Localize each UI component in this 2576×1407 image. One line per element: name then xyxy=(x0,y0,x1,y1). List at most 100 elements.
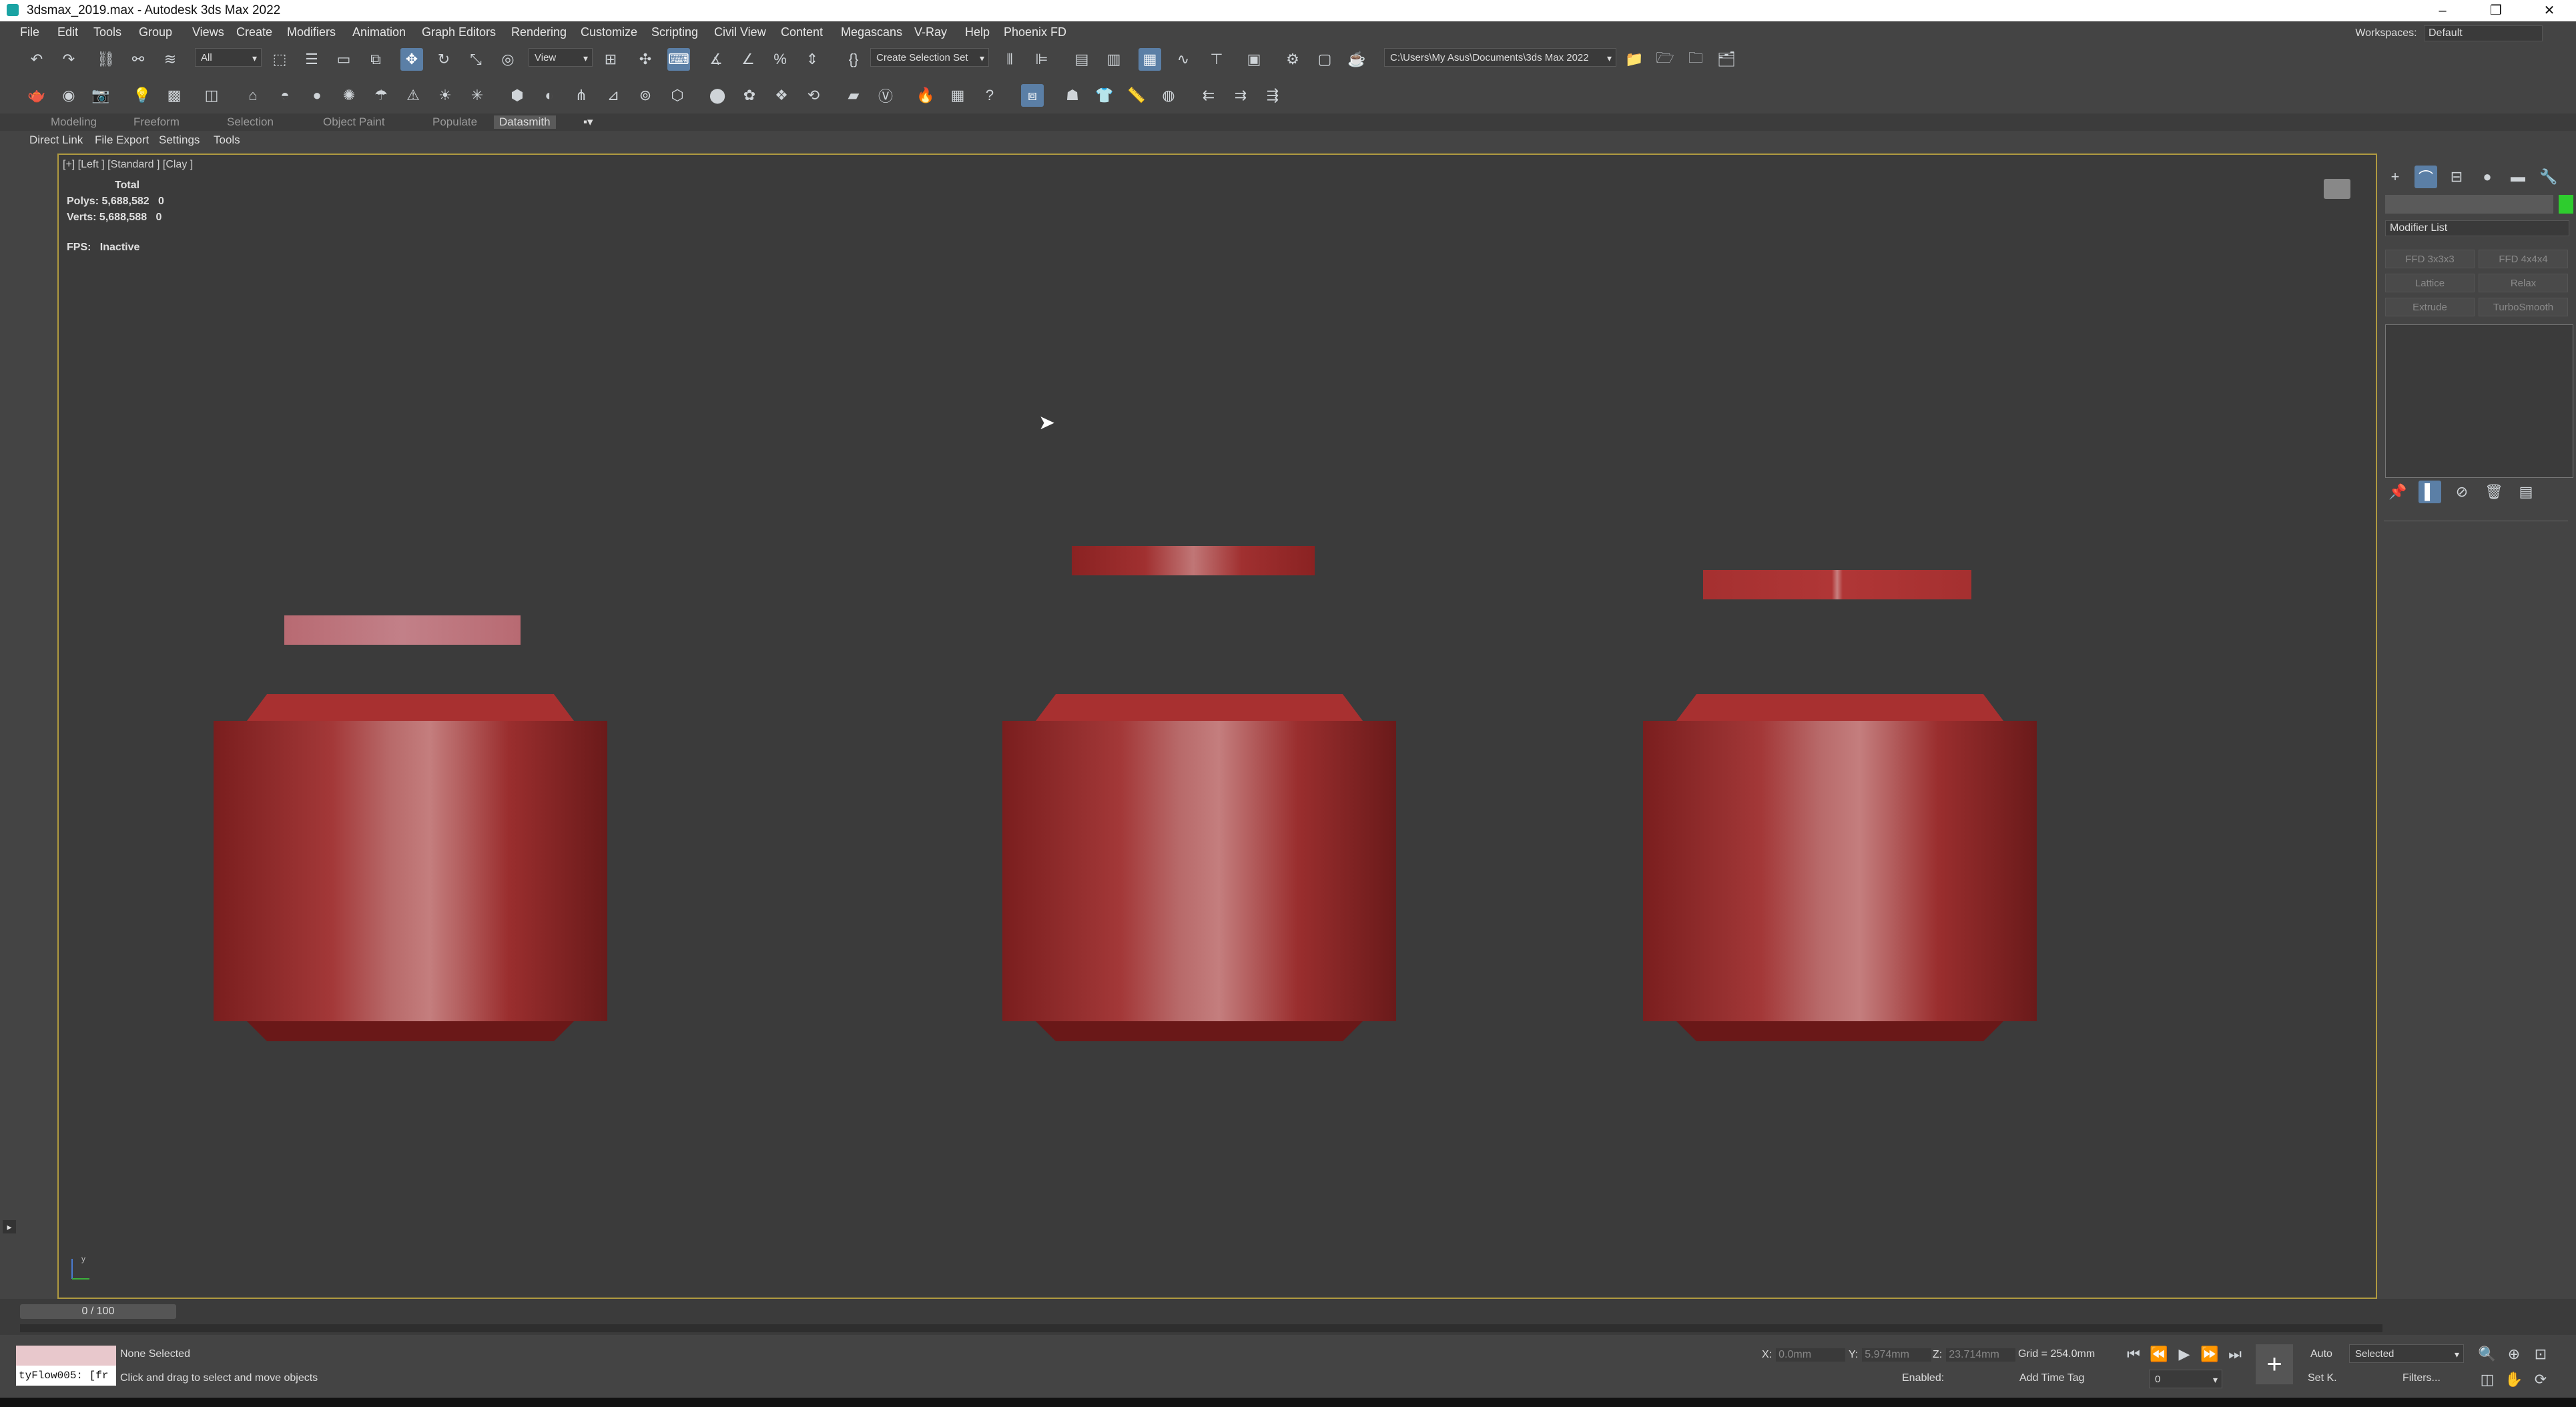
goto-end-icon[interactable]: ⏭ xyxy=(2224,1343,2246,1366)
tyflow-icon[interactable]: ⧈ xyxy=(1021,84,1044,107)
tab-modeling[interactable]: Modeling xyxy=(51,115,97,129)
menu-vray[interactable]: V-Ray xyxy=(914,25,947,39)
zoom-all-icon[interactable]: ⊕ xyxy=(2503,1343,2525,1366)
make-unique-icon[interactable]: ⊘ xyxy=(2451,481,2473,503)
menu-modifiers[interactable]: Modifiers xyxy=(287,25,336,39)
scene-converter-icon[interactable]: ⟲ xyxy=(802,84,825,107)
select-by-name-icon[interactable]: ☰ xyxy=(300,48,323,71)
named-selection-dropdown[interactable]: Create Selection Set xyxy=(870,48,989,67)
menu-file[interactable]: File xyxy=(20,25,39,39)
add-time-tag[interactable]: Add Time Tag xyxy=(2019,1372,2085,1384)
field-of-view-icon[interactable]: ◫ xyxy=(2476,1368,2499,1391)
gpu-icon[interactable]: ▩ xyxy=(163,84,186,107)
camera-icon[interactable]: 📷 xyxy=(89,84,112,107)
color-palette-icon[interactable]: ✿ xyxy=(738,84,761,107)
display-tab-icon[interactable]: ▬ xyxy=(2507,166,2529,188)
select-manipulate-icon[interactable]: ✣ xyxy=(634,48,657,71)
tab-datasmith[interactable]: Datasmith xyxy=(494,115,556,129)
proxy-icon[interactable]: ⬢ xyxy=(506,84,529,107)
menu-group[interactable]: Group xyxy=(139,25,172,39)
sphere-light-icon[interactable]: ● xyxy=(306,84,328,107)
window-crossing-icon[interactable]: ⧉ xyxy=(364,48,387,71)
lid-object-3[interactable] xyxy=(1703,570,1971,599)
light-lister-icon[interactable]: 💡 xyxy=(131,84,153,107)
vray-material-icon[interactable]: ◫ xyxy=(200,84,223,107)
mirror-icon[interactable]: ⫴ xyxy=(998,48,1021,71)
jar-object-2[interactable] xyxy=(1002,694,1396,1041)
set-key-icon[interactable]: + xyxy=(2256,1344,2293,1384)
toggle-ribbon-icon[interactable]: ▦ xyxy=(1139,48,1161,71)
ruler-icon[interactable]: 📏 xyxy=(1125,84,1148,107)
key-filters-button[interactable]: Filters... xyxy=(2402,1372,2441,1384)
viewport-label[interactable]: [+] [Left ] [Standard ] [Clay ] xyxy=(63,159,193,171)
hierarchy-tab-icon[interactable]: ⊟ xyxy=(2445,166,2468,188)
turbosmooth-button[interactable]: TurboSmooth xyxy=(2479,298,2568,316)
menu-animation[interactable]: Animation xyxy=(352,25,406,39)
selection-filter-dropdown[interactable]: All xyxy=(195,48,262,67)
tab-freeform[interactable]: Freeform xyxy=(133,115,180,129)
sky-icon[interactable]: ✳ xyxy=(466,84,489,107)
menu-tools[interactable]: Tools xyxy=(93,25,121,39)
minimize-button[interactable]: – xyxy=(2416,0,2469,21)
jar-object-1[interactable] xyxy=(214,694,607,1041)
save-folder-icon[interactable]: 🗀 xyxy=(1684,48,1707,71)
phoenix-grid-icon[interactable]: ▦ xyxy=(946,84,969,107)
displacement-icon[interactable]: ⊚ xyxy=(634,84,657,107)
vray-plane-icon[interactable]: ⊿ xyxy=(602,84,625,107)
link-icon[interactable]: ⛓ xyxy=(95,48,117,71)
shirt-icon[interactable]: 👕 xyxy=(1093,84,1116,107)
create-tab-icon[interactable]: + xyxy=(2384,166,2406,188)
undo-icon[interactable]: ↶ xyxy=(25,48,48,71)
menu-help[interactable]: Help xyxy=(965,25,990,39)
edit-named-selection-icon[interactable]: {} xyxy=(842,48,865,71)
reference-coordinate-dropdown[interactable]: View xyxy=(529,48,593,67)
cloth-icon[interactable]: ☗ xyxy=(1061,84,1084,107)
key-filter-dropdown[interactable]: Selected xyxy=(2349,1344,2464,1364)
render-production-icon[interactable]: ☕ xyxy=(1345,48,1368,71)
pivot-center-icon[interactable]: ⊞ xyxy=(599,48,622,71)
dome-light-icon[interactable]: ◓ xyxy=(274,84,296,107)
select-and-rotate-icon[interactable]: ↻ xyxy=(432,48,455,71)
z-field[interactable]: 23.714mm xyxy=(1946,1348,2016,1362)
spot-light-icon[interactable]: ☂ xyxy=(370,84,392,107)
layer-link-icon[interactable]: ⇶ xyxy=(1261,84,1284,107)
modifier-list-dropdown[interactable]: Modifier List xyxy=(2385,220,2569,236)
ribbon-options-icon[interactable]: ▪▾ xyxy=(583,115,593,129)
vray-light-icon[interactable]: ⌂ xyxy=(242,84,264,107)
lid-object-2[interactable] xyxy=(1072,546,1315,575)
zoom-icon[interactable]: 🔍 xyxy=(2476,1343,2499,1366)
align-icon[interactable]: ⊫ xyxy=(1030,48,1053,71)
redo-icon[interactable]: ↷ xyxy=(57,48,80,71)
render-setup-icon[interactable]: ⚙ xyxy=(1281,48,1304,71)
modifier-stack[interactable] xyxy=(2385,324,2573,478)
close-button[interactable]: ✕ xyxy=(2523,0,2576,21)
play-icon[interactable]: ▶ xyxy=(2173,1343,2196,1366)
tab-selection[interactable]: Selection xyxy=(227,115,274,129)
relax-button[interactable]: Relax xyxy=(2479,274,2568,292)
modify-tab-icon[interactable]: ⌒ xyxy=(2414,166,2437,188)
toggle-layer-explorer-icon[interactable]: ▥ xyxy=(1102,48,1125,71)
lid-object-1[interactable] xyxy=(284,615,521,645)
vray-toolbar-icon[interactable]: ▰ xyxy=(842,84,865,107)
menu-graph-editors[interactable]: Graph Editors xyxy=(422,25,496,39)
maxscript-input[interactable]: tyFlow005: [fr xyxy=(16,1366,116,1386)
ambient-light-icon[interactable]: ⚠ xyxy=(402,84,424,107)
phoenix-help-icon[interactable]: ? xyxy=(978,84,1001,107)
angle-snap-icon[interactable]: ∠ xyxy=(737,48,759,71)
globe-icon[interactable]: ◍ xyxy=(1157,84,1180,107)
jar-object-3[interactable] xyxy=(1643,694,2037,1041)
menu-megascans[interactable]: Megascans xyxy=(841,25,902,39)
direct-link-button[interactable]: Direct Link xyxy=(29,133,83,147)
select-object-icon[interactable]: ⬚ xyxy=(268,48,291,71)
utilities-tab-icon[interactable]: 🔧 xyxy=(2537,166,2560,188)
maxscript-listener-mini[interactable] xyxy=(16,1346,116,1366)
project-path-dropdown[interactable]: C:\Users\My Asus\Documents\3ds Max 2022 xyxy=(1384,48,1616,67)
menu-rendering[interactable]: Rendering xyxy=(511,25,567,39)
select-and-scale-icon[interactable]: ⤡ xyxy=(464,48,487,71)
teapot-icon[interactable]: 🫖 xyxy=(25,84,48,107)
auto-key-button[interactable]: Auto xyxy=(2310,1348,2332,1360)
motion-tab-icon[interactable]: ● xyxy=(2476,166,2499,188)
menu-customize[interactable]: Customize xyxy=(581,25,637,39)
sun-icon[interactable]: ☀ xyxy=(434,84,456,107)
extrude-button[interactable]: Extrude xyxy=(2385,298,2475,316)
